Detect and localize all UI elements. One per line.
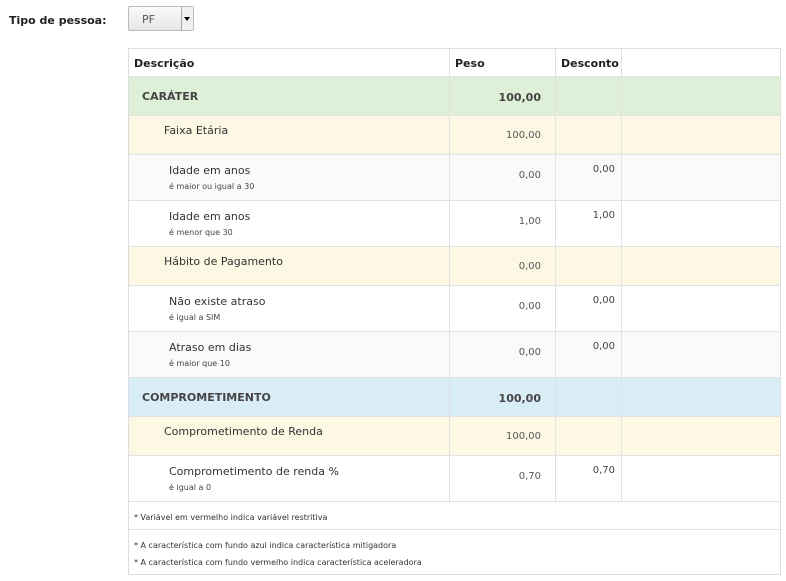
header-descricao: Descrição bbox=[134, 57, 195, 70]
table-row: Idade em anos é maior ou igual a 30 0,00 … bbox=[129, 155, 780, 201]
item-name: Idade em anos bbox=[169, 164, 251, 177]
note-accelerating-text: * A característica com fundo vermelho in… bbox=[134, 558, 422, 567]
group-row-carater: CARÁTER 100,00 bbox=[129, 77, 780, 116]
item-discount: 0,00 bbox=[592, 295, 615, 306]
notes-legend: * A característica com fundo azul indica… bbox=[129, 530, 780, 574]
header-desconto: Desconto bbox=[561, 57, 619, 70]
group-name: CARÁTER bbox=[142, 90, 199, 103]
item-discount: 0,00 bbox=[592, 164, 615, 175]
item-discount: 1,00 bbox=[592, 210, 615, 221]
item-name: Comprometimento de renda % bbox=[169, 465, 339, 478]
item-name: Atraso em dias bbox=[169, 341, 252, 354]
person-type-value: PF bbox=[142, 13, 155, 26]
chevron-down-icon[interactable] bbox=[181, 7, 193, 30]
header-peso: Peso bbox=[455, 57, 485, 70]
person-type-select[interactable]: PF bbox=[128, 6, 194, 31]
item-condition: é maior ou igual a 30 bbox=[169, 182, 255, 191]
subgroup-name: Faixa Etária bbox=[164, 124, 229, 137]
item-condition: é igual a 0 bbox=[169, 483, 212, 492]
item-condition: é menor que 30 bbox=[169, 228, 233, 237]
subgroup-weight: 0,00 bbox=[518, 261, 541, 272]
group-weight: 100,00 bbox=[498, 91, 541, 104]
table-row: Comprometimento de renda % é igual a 0 0,… bbox=[129, 456, 780, 502]
table-header: Descrição Peso Desconto bbox=[129, 49, 780, 77]
item-weight: 0,70 bbox=[518, 471, 541, 482]
item-condition: é maior que 10 bbox=[169, 359, 230, 368]
item-weight: 0,00 bbox=[518, 170, 541, 181]
subgroup-row: Faixa Etária 100,00 bbox=[129, 116, 780, 155]
scoring-table: Descrição Peso Desconto CARÁTER 100,00 F… bbox=[128, 48, 781, 575]
table-row: Não existe atraso é igual a SIM 0,00 0,00 bbox=[129, 286, 780, 332]
subgroup-name: Comprometimento de Renda bbox=[164, 425, 323, 438]
subgroup-row: Hábito de Pagamento 0,00 bbox=[129, 247, 780, 286]
table-row: Atraso em dias é maior que 10 0,00 0,00 bbox=[129, 332, 780, 378]
subgroup-row: Comprometimento de Renda 100,00 bbox=[129, 417, 780, 456]
subgroup-weight: 100,00 bbox=[506, 431, 541, 442]
item-discount: 0,00 bbox=[592, 341, 615, 352]
item-weight: 1,00 bbox=[518, 216, 541, 227]
item-discount: 0,70 bbox=[592, 465, 615, 476]
item-name: Não existe atraso bbox=[169, 295, 266, 308]
item-name: Idade em anos bbox=[169, 210, 251, 223]
note-mitigating-text: * A característica com fundo azul indica… bbox=[134, 541, 397, 550]
table-row: Idade em anos é menor que 30 1,00 1,00 bbox=[129, 201, 780, 247]
subgroup-weight: 100,00 bbox=[506, 130, 541, 141]
note-restrictive: * Variável em vermelho indica variável r… bbox=[129, 502, 780, 530]
note-restrictive-text: * Variável em vermelho indica variável r… bbox=[134, 513, 328, 522]
item-weight: 0,00 bbox=[518, 347, 541, 358]
person-type-label: Tipo de pessoa: bbox=[9, 14, 107, 27]
group-weight: 100,00 bbox=[498, 392, 541, 405]
item-weight: 0,00 bbox=[518, 301, 541, 312]
item-condition: é igual a SIM bbox=[169, 313, 221, 322]
group-name: COMPROMETIMENTO bbox=[142, 391, 271, 404]
subgroup-name: Hábito de Pagamento bbox=[164, 255, 283, 268]
group-row-comprometimento: COMPROMETIMENTO 100,00 bbox=[129, 378, 780, 417]
